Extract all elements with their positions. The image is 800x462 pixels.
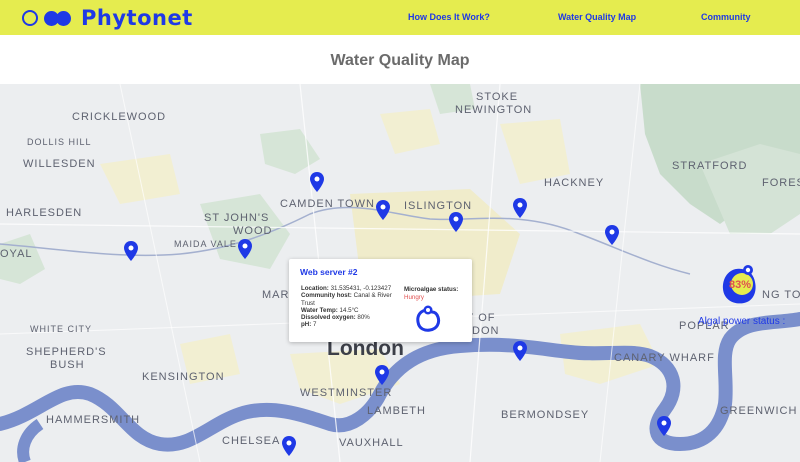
map-label-maida-vale: MAIDA VALE [174,239,237,249]
map-pin-icon[interactable] [449,212,463,232]
map-label-city-fragment-2: DON [472,325,500,337]
map-label-greenwich: GREENWICH [720,405,798,417]
microalgae-mascot-icon [416,305,441,332]
popup-details: Location: 31.535431, -0.123427 Community… [301,285,396,329]
map-label-canary-wharf: CANARY WHARF [614,352,715,364]
map-label-westminster: WESTMINSTER [300,387,393,399]
map-label-cricklewood: CRICKLEWOOD [72,111,167,123]
map-label-vauxhall: VAUXHALL [339,437,404,449]
map-label-dollis-hill: DOLLIS HILL [27,137,92,147]
map-label-ng-fragment: NG TOW [762,289,800,301]
map-pin-icon[interactable] [513,341,527,361]
map-label-shepherds: SHEPHERD'S [26,346,107,358]
nav-community[interactable]: Community [701,12,751,22]
location-value: 31.535431, -0.123427 [330,285,392,292]
temp-label: Water Temp: [301,306,338,314]
map-label-bush: BUSH [50,359,85,371]
map-pin-icon[interactable] [376,200,390,220]
map-pin-icon[interactable] [513,198,527,218]
map-label-hackney: HACKNEY [544,177,605,189]
logo-ring-icon [22,10,38,26]
water-quality-map[interactable]: CRICKLEWOOD DOLLIS HILL WILLESDEN HARLES… [0,84,800,462]
status-label: Microalgae status: [404,286,459,293]
map-label-stoke: STOKE [476,91,519,103]
location-label: Location: [301,285,329,292]
map-label-harlesden: HARLESDEN [6,207,83,219]
map-label-chelsea: CHELSEA [222,435,281,447]
nav-how-it-works[interactable]: How Does It Work? [408,12,490,22]
map-label-hammersmith: HAMMERSMITH [46,414,141,426]
map-pin-icon[interactable] [605,225,619,245]
logo-dots-icon [44,10,71,26]
map-label-bermondsey: BERMONDSEY [501,409,590,421]
server-info-popup: Web server #2 Location: 31.535431, -0.12… [289,259,472,342]
algal-power-label: Algal power status : [698,316,786,327]
map-pin-icon[interactable] [124,241,138,261]
map-label-royal: OYAL [0,248,33,260]
map-label-stratford: STRATFORD [672,160,748,172]
map-label-camden-town: CAMDEN TOWN [280,198,375,210]
ph-value: 7 [313,321,317,329]
top-navigation-bar: Phytonet How Does It Work? Water Quality… [0,0,800,35]
status-value: Hungry [404,294,424,301]
map-pin-icon[interactable] [310,172,324,192]
popup-title: Web server #2 [300,267,358,277]
host-label: Community host: [301,292,352,300]
map-pin-icon[interactable] [282,436,296,456]
oxygen-value: 80% [357,314,370,322]
map-label-wood: WOOD [233,225,273,237]
map-label-kensington: KENSINGTON [142,371,225,383]
logo[interactable]: Phytonet [22,6,193,30]
ph-label: pH: [301,321,312,329]
map-label-islington: ISLINGTON [404,200,473,212]
map-label-st-johns: ST JOHN'S [204,212,270,224]
map-label-white-city: WHITE CITY [30,324,92,334]
brand-name: Phytonet [81,6,193,30]
map-label-lambeth: LAMBETH [367,405,426,417]
map-label-willesden: WILLESDEN [23,158,96,170]
map-label-newington: NEWINGTON [455,104,533,116]
algal-power-percent: 83% [729,279,752,291]
map-pin-icon[interactable] [238,239,252,259]
page-title: Water Quality Map [330,52,470,69]
oxygen-label: Dissolved oxygen: [301,314,356,322]
temp-value: 14.5°C [339,306,359,314]
map-pin-icon[interactable] [375,365,389,385]
map-label-marylebone-fragment: MAR [262,289,290,301]
map-label-forest: FORES [762,177,800,189]
nav-water-quality-map[interactable]: Water Quality Map [558,12,636,22]
map-pin-icon[interactable] [657,416,671,436]
